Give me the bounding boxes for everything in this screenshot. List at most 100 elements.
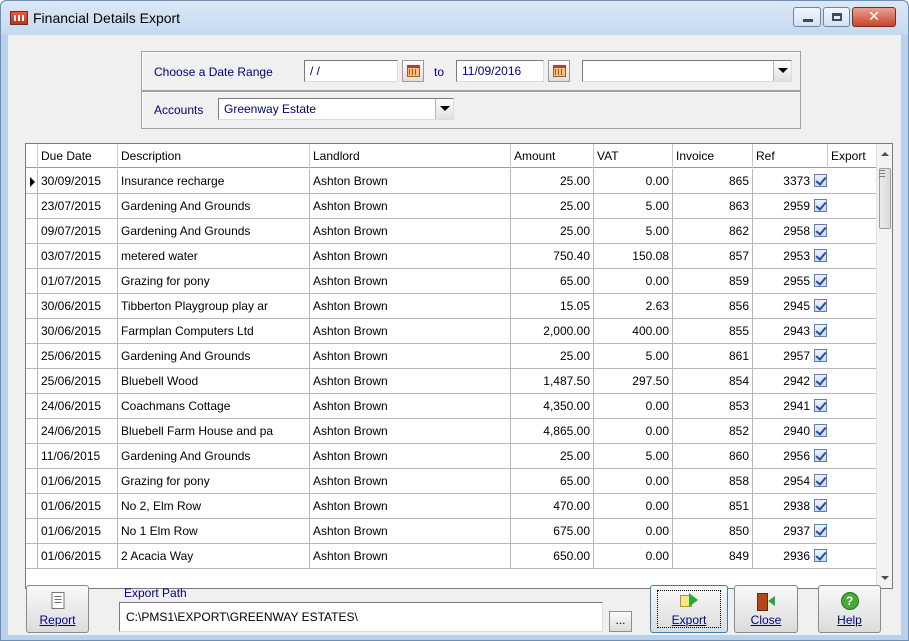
row-indicator[interactable]: [26, 494, 38, 518]
cell-description[interactable]: Grazing for pony: [118, 469, 310, 493]
cell-landlord[interactable]: Ashton Brown: [310, 544, 511, 568]
row-indicator[interactable]: [26, 419, 38, 443]
export-checkbox[interactable]: [814, 249, 827, 262]
column-header-export[interactable]: Export: [828, 144, 877, 168]
cell-amount[interactable]: 65.00: [511, 469, 594, 493]
preset-dropdown-button[interactable]: [773, 61, 791, 81]
row-indicator[interactable]: [26, 269, 38, 293]
export-checkbox[interactable]: [814, 374, 827, 387]
cell-invoice[interactable]: 856: [673, 294, 753, 318]
table-row[interactable]: 01/07/2015 Grazing for pony Ashton Brown 65…: [26, 269, 877, 294]
row-indicator[interactable]: [26, 544, 38, 568]
cell-due-date[interactable]: 30/06/2015: [38, 319, 118, 343]
cell-due-date[interactable]: 24/06/2015: [38, 419, 118, 443]
cell-vat[interactable]: 0.00: [594, 544, 673, 568]
table-row[interactable]: 01/06/2015 No 1 Elm Row Ashton Brown 675.00…: [26, 519, 877, 544]
export-checkbox[interactable]: [814, 274, 827, 287]
cell-description[interactable]: Insurance recharge: [118, 169, 310, 193]
minimize-button[interactable]: [793, 7, 821, 27]
cell-invoice[interactable]: 863: [673, 194, 753, 218]
cell-vat[interactable]: 0.00: [594, 494, 673, 518]
cell-due-date[interactable]: 01/06/2015: [38, 544, 118, 568]
cell-ref[interactable]: 2937: [753, 519, 813, 543]
cell-description[interactable]: Gardening And Grounds: [118, 194, 310, 218]
cell-due-date[interactable]: 30/09/2015: [38, 169, 118, 193]
cell-landlord[interactable]: Ashton Brown: [310, 469, 511, 493]
cell-landlord[interactable]: Ashton Brown: [310, 394, 511, 418]
table-row[interactable]: 30/06/2015 Farmplan Computers Ltd Ashton B…: [26, 319, 877, 344]
table-row[interactable]: 01/06/2015 Grazing for pony Ashton Brown 65…: [26, 469, 877, 494]
cell-landlord[interactable]: Ashton Brown: [310, 494, 511, 518]
export-checkbox[interactable]: [814, 449, 827, 462]
cell-amount[interactable]: 650.00: [511, 544, 594, 568]
close-button[interactable]: Close: [734, 585, 798, 633]
cell-ref[interactable]: 2936: [753, 544, 813, 568]
cell-invoice[interactable]: 858: [673, 469, 753, 493]
scroll-down-arrow-icon[interactable]: [881, 576, 889, 580]
maximize-button[interactable]: [823, 7, 850, 27]
cell-due-date[interactable]: 25/06/2015: [38, 369, 118, 393]
table-row[interactable]: 25/06/2015 Bluebell Wood Ashton Brown 1,487…: [26, 369, 877, 394]
cell-description[interactable]: No 2, Elm Row: [118, 494, 310, 518]
cell-vat[interactable]: 400.00: [594, 319, 673, 343]
cell-invoice[interactable]: 859: [673, 269, 753, 293]
cell-amount[interactable]: 750.40: [511, 244, 594, 268]
cell-amount[interactable]: 25.00: [511, 194, 594, 218]
cell-description[interactable]: Bluebell Farm House and pa: [118, 419, 310, 443]
cell-invoice[interactable]: 851: [673, 494, 753, 518]
cell-vat[interactable]: 5.00: [594, 444, 673, 468]
cell-invoice[interactable]: 854: [673, 369, 753, 393]
cell-amount[interactable]: 25.00: [511, 219, 594, 243]
cell-description[interactable]: metered water: [118, 244, 310, 268]
cell-vat[interactable]: 0.00: [594, 419, 673, 443]
column-header-ref[interactable]: Ref: [753, 144, 828, 168]
cell-description[interactable]: Gardening And Grounds: [118, 344, 310, 368]
from-date-calendar-button[interactable]: [402, 60, 424, 82]
cell-amount[interactable]: 65.00: [511, 269, 594, 293]
export-button[interactable]: Export: [650, 585, 728, 633]
cell-amount[interactable]: 1,487.50: [511, 369, 594, 393]
cell-due-date[interactable]: 03/07/2015: [38, 244, 118, 268]
cell-invoice[interactable]: 861: [673, 344, 753, 368]
export-checkbox[interactable]: [814, 199, 827, 212]
export-path-field[interactable]: C:\PMS1\EXPORT\GREENWAY ESTATES\: [119, 602, 603, 632]
cell-ref[interactable]: 2938: [753, 494, 813, 518]
help-button[interactable]: ? Help: [818, 585, 881, 633]
cell-amount[interactable]: 25.00: [511, 344, 594, 368]
table-row[interactable]: 30/06/2015 Tibberton Playgroup play ar Ash…: [26, 294, 877, 319]
cell-due-date[interactable]: 09/07/2015: [38, 219, 118, 243]
export-checkbox[interactable]: [814, 399, 827, 412]
cell-invoice[interactable]: 857: [673, 244, 753, 268]
table-row[interactable]: 25/06/2015 Gardening And Grounds Ashton Br…: [26, 344, 877, 369]
table-row[interactable]: 30/09/2015 Insurance recharge Ashton Brown…: [26, 169, 877, 194]
cell-landlord[interactable]: Ashton Brown: [310, 269, 511, 293]
cell-description[interactable]: 2 Acacia Way: [118, 544, 310, 568]
report-button[interactable]: Report: [26, 585, 89, 633]
cell-amount[interactable]: 2,000.00: [511, 319, 594, 343]
cell-amount[interactable]: 15.05: [511, 294, 594, 318]
row-indicator[interactable]: [26, 169, 38, 193]
cell-description[interactable]: Coachmans Cottage: [118, 394, 310, 418]
column-header-due-date[interactable]: Due Date: [38, 144, 118, 168]
cell-invoice[interactable]: 849: [673, 544, 753, 568]
accounts-select[interactable]: Greenway Estate: [218, 98, 454, 120]
export-checkbox[interactable]: [814, 224, 827, 237]
export-checkbox[interactable]: [814, 299, 827, 312]
cell-amount[interactable]: 4,865.00: [511, 419, 594, 443]
cell-ref[interactable]: 2941: [753, 394, 813, 418]
cell-ref[interactable]: 2953: [753, 244, 813, 268]
row-indicator[interactable]: [26, 444, 38, 468]
accounts-dropdown-button[interactable]: [435, 99, 453, 119]
export-checkbox[interactable]: [814, 324, 827, 337]
cell-amount[interactable]: 25.00: [511, 444, 594, 468]
cell-invoice[interactable]: 862: [673, 219, 753, 243]
cell-due-date[interactable]: 24/06/2015: [38, 394, 118, 418]
cell-description[interactable]: Farmplan Computers Ltd: [118, 319, 310, 343]
cell-vat[interactable]: 0.00: [594, 394, 673, 418]
export-checkbox[interactable]: [814, 424, 827, 437]
cell-due-date[interactable]: 01/06/2015: [38, 469, 118, 493]
column-header-description[interactable]: Description: [118, 144, 310, 168]
table-row[interactable]: 24/06/2015 Coachmans Cottage Ashton Brown 4…: [26, 394, 877, 419]
cell-landlord[interactable]: Ashton Brown: [310, 169, 511, 193]
cell-amount[interactable]: 4,350.00: [511, 394, 594, 418]
